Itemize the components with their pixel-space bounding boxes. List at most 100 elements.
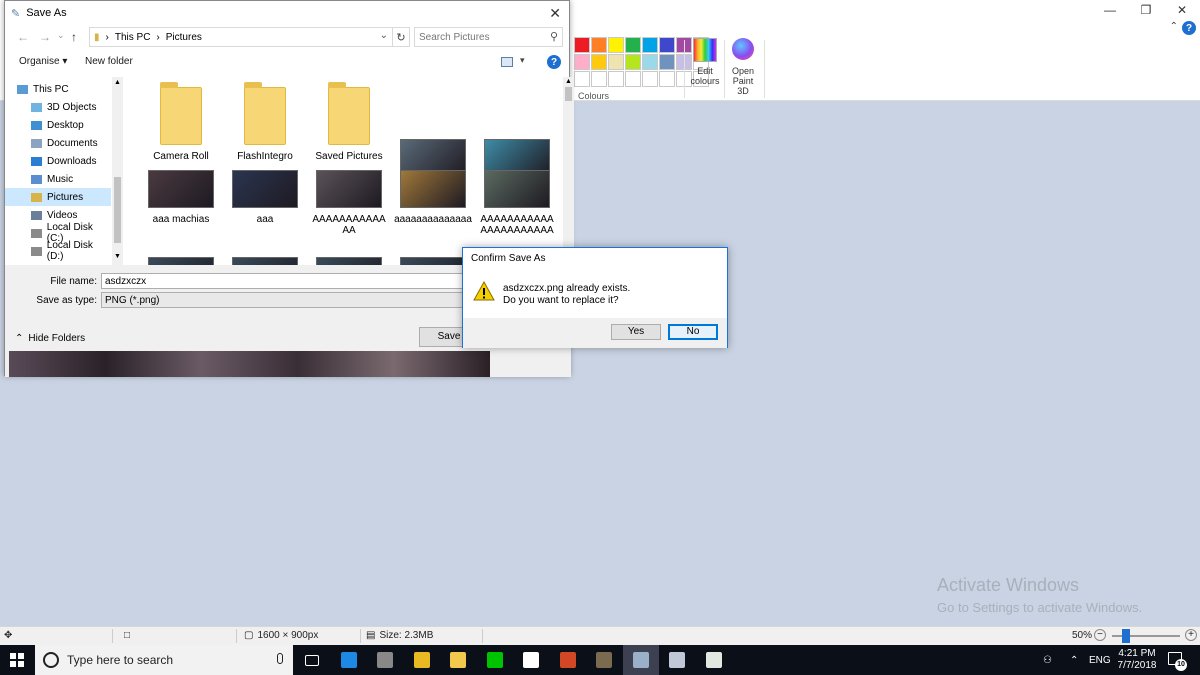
organise-button[interactable]: Organise ▾ <box>19 56 67 67</box>
scroll-down-icon[interactable]: ▼ <box>114 253 121 260</box>
taskbar-app-button[interactable] <box>404 645 440 675</box>
yes-button[interactable]: Yes <box>611 324 661 340</box>
palette-swatch[interactable] <box>659 54 675 70</box>
taskbar-app-button[interactable] <box>477 645 513 675</box>
edit-colours-icon <box>693 38 717 62</box>
new-folder-button[interactable]: New folder <box>85 56 133 67</box>
palette-swatch[interactable] <box>574 37 590 53</box>
language-indicator[interactable]: ENG <box>1089 645 1111 675</box>
nav-item[interactable]: 3D Objects <box>5 98 111 116</box>
image-file-item[interactable]: AAAAAAAAAAAAAAAAAAAAAA <box>478 170 556 236</box>
save-type-select[interactable]: PNG (*.png) <box>101 292 471 308</box>
folder-item[interactable]: Camera Roll <box>142 77 220 162</box>
palette-swatch-empty[interactable] <box>608 71 624 87</box>
show-hidden-icons-icon[interactable]: ⌃ <box>1070 645 1078 675</box>
palette-swatch-empty[interactable] <box>591 71 607 87</box>
search-input[interactable]: Search Pictures ⚲ <box>414 27 563 47</box>
help-icon[interactable]: ? <box>547 55 561 69</box>
start-button[interactable] <box>10 653 24 667</box>
refresh-button[interactable]: ↻ <box>392 27 410 47</box>
taskbar-app-button[interactable] <box>440 645 476 675</box>
image-thumbnail[interactable] <box>400 257 466 265</box>
hide-folders-label: Hide Folders <box>28 333 86 344</box>
palette-swatch-empty[interactable] <box>574 71 590 87</box>
zoom-slider-thumb[interactable] <box>1122 629 1130 643</box>
palette-swatch[interactable] <box>608 37 624 53</box>
palette-swatch-empty[interactable] <box>625 71 641 87</box>
close-icon[interactable]: ✕ <box>549 5 561 22</box>
taskbar-app-button[interactable] <box>367 645 403 675</box>
nav-item-label: Downloads <box>47 155 97 167</box>
address-bar[interactable]: ▮ › This PC › Pictures ⌄ <box>89 27 393 47</box>
taskbar-app-button[interactable] <box>294 645 330 675</box>
image-file-item[interactable]: aaaaaaaaaaaaaa <box>394 170 472 225</box>
image-thumbnail[interactable] <box>232 257 298 265</box>
people-icon[interactable]: ⚇ <box>1043 645 1052 675</box>
taskbar-app-button[interactable] <box>550 645 586 675</box>
image-file-item[interactable]: AAAAAAAAAAAAA <box>310 170 388 236</box>
breadcrumb-this-pc[interactable]: This PC <box>115 32 151 43</box>
scrollbar-thumb[interactable] <box>114 177 121 243</box>
taskbar-app-button[interactable] <box>696 645 732 675</box>
restore-icon[interactable]: ❐ <box>1128 0 1164 19</box>
taskbar-app-button[interactable] <box>513 645 549 675</box>
help-icon[interactable]: ? <box>1182 21 1196 35</box>
recent-locations-icon[interactable]: ⌄ <box>57 30 65 41</box>
image-file-item[interactable]: aaa machias <box>142 170 220 225</box>
taskbar-app-button[interactable] <box>586 645 622 675</box>
palette-swatch[interactable] <box>591 37 607 53</box>
chevron-down-icon[interactable]: ▾ <box>520 55 525 66</box>
file-name-field[interactable]: asdzxczx <box>101 273 471 289</box>
folder-item[interactable]: Saved Pictures <box>310 77 388 162</box>
breadcrumb-pictures[interactable]: Pictures <box>166 32 202 43</box>
microphone-icon[interactable] <box>277 653 283 664</box>
palette-swatch-empty[interactable] <box>659 71 675 87</box>
palette-swatch[interactable] <box>608 54 624 70</box>
image-file-item[interactable]: aaa <box>226 170 304 225</box>
zoom-out-button[interactable]: − <box>1094 629 1106 641</box>
palette-swatch[interactable] <box>642 54 658 70</box>
taskbar-app-button[interactable] <box>659 645 695 675</box>
forward-arrow-icon[interactable]: → <box>39 30 51 44</box>
image-thumbnail[interactable] <box>316 257 382 265</box>
minimize-icon[interactable]: — <box>1092 0 1128 19</box>
palette-swatch[interactable] <box>625 37 641 53</box>
taskbar-search-input[interactable]: Type here to search <box>35 645 293 675</box>
file-name-label: File name: <box>50 276 97 287</box>
nav-item[interactable]: Music <box>5 170 111 188</box>
nav-item[interactable]: Desktop <box>5 116 111 134</box>
file-list-scrollbar[interactable]: ▲ <box>563 77 574 265</box>
palette-swatch[interactable] <box>591 54 607 70</box>
nav-item[interactable]: Pictures <box>5 188 111 206</box>
zoom-in-button[interactable]: + <box>1185 629 1197 641</box>
up-arrow-icon[interactable]: ↑ <box>71 30 77 44</box>
scroll-up-icon[interactable]: ▲ <box>565 78 572 85</box>
open-paint3d-button[interactable]: Open Paint 3D <box>726 38 760 96</box>
nav-item[interactable]: Local Disk (D:) <box>5 240 111 262</box>
edit-colours-button[interactable]: Edit colours <box>688 38 722 86</box>
palette-swatch[interactable] <box>625 54 641 70</box>
clock[interactable]: 4:21 PM 7/7/2018 <box>1112 648 1162 672</box>
image-thumbnail[interactable] <box>148 257 214 265</box>
nav-item[interactable]: This PC <box>5 80 111 98</box>
chevron-up-icon[interactable]: ⌃ <box>1170 21 1178 32</box>
palette-swatch-empty[interactable] <box>642 71 658 87</box>
nav-pane-scrollbar[interactable]: ▲ ▼ <box>112 77 123 265</box>
view-options-icon[interactable] <box>501 57 513 67</box>
nav-item[interactable]: Documents <box>5 134 111 152</box>
hide-folders-button[interactable]: ⌃ Hide Folders <box>15 333 85 344</box>
close-icon[interactable]: ✕ <box>1164 0 1200 19</box>
no-button[interactable]: No <box>668 324 718 340</box>
taskbar-app-button[interactable] <box>622 645 659 675</box>
palette-swatch[interactable] <box>642 37 658 53</box>
back-arrow-icon[interactable]: ← <box>17 30 29 44</box>
folder-item[interactable]: FlashIntegro <box>226 77 304 162</box>
scrollbar-thumb[interactable] <box>565 87 572 101</box>
palette-swatch[interactable] <box>574 54 590 70</box>
taskbar-app-button[interactable] <box>331 645 367 675</box>
image-thumbnail <box>484 170 550 208</box>
nav-item[interactable]: Downloads <box>5 152 111 170</box>
chevron-down-icon[interactable]: ⌄ <box>380 30 388 41</box>
scroll-up-icon[interactable]: ▲ <box>114 79 121 86</box>
palette-swatch[interactable] <box>659 37 675 53</box>
